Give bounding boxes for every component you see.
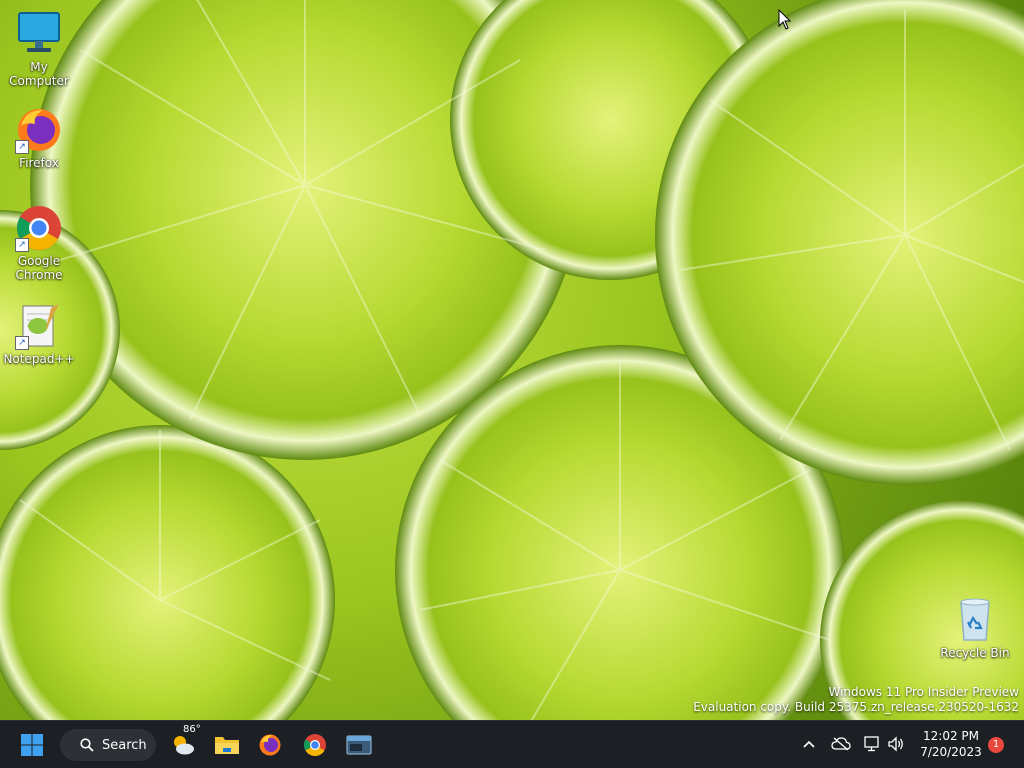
notepadpp-icon: ↗ xyxy=(15,302,63,350)
start-button[interactable] xyxy=(14,727,50,763)
windows-logo-icon xyxy=(21,734,43,756)
network-icon xyxy=(864,736,879,752)
chrome-icon: ↗ xyxy=(15,204,63,252)
taskbar-chrome[interactable] xyxy=(297,727,333,763)
network-tray-button[interactable] xyxy=(861,733,883,755)
taskbar-app[interactable] xyxy=(341,727,377,763)
taskbar-firefox[interactable] xyxy=(252,727,288,763)
folder-icon xyxy=(215,737,239,754)
shortcut-arrow-icon: ↗ xyxy=(15,140,29,154)
desktop-icon-google-chrome[interactable]: ↗ Google Chrome xyxy=(1,204,77,282)
lime-wallpaper xyxy=(0,0,1024,720)
firefox-icon xyxy=(259,734,281,756)
recycle-bin-icon xyxy=(951,596,999,644)
volume-tray-button[interactable] xyxy=(885,733,907,755)
weather-partly-cloudy-icon xyxy=(174,736,194,755)
clock-time: 12:02 PM xyxy=(923,729,979,743)
shortcut-arrow-icon: ↗ xyxy=(15,336,29,350)
computer-icon xyxy=(15,10,63,58)
desktop-icon-firefox[interactable]: ↗ Firefox xyxy=(1,106,77,170)
taskbar: Search 86° 12:02 PM 7/20/2023 1 xyxy=(0,720,1024,768)
shortcut-arrow-icon: ↗ xyxy=(15,238,29,252)
chrome-icon xyxy=(304,734,326,756)
notification-badge[interactable]: 1 xyxy=(988,737,1004,753)
desktop-icon-my-computer[interactable]: My Computer xyxy=(1,10,77,88)
desktop-icon-label: Google Chrome xyxy=(15,254,63,282)
firefox-icon: ↗ xyxy=(15,106,63,154)
desktop-icon-label: Notepad++ xyxy=(3,352,75,366)
desktop-icon-notepadpp[interactable]: ↗ Notepad++ xyxy=(1,302,77,366)
clock-date: 7/20/2023 xyxy=(920,745,982,759)
mouse-cursor-icon xyxy=(778,9,792,30)
desktop-icon-label: My Computer xyxy=(9,60,69,88)
watermark-line-1: Windows 11 Pro Insider Preview xyxy=(828,685,1019,699)
show-hidden-icons-button[interactable] xyxy=(798,733,820,755)
chevron-up-icon xyxy=(803,740,815,748)
weather-temperature: 86° xyxy=(183,724,201,735)
search-label: Search xyxy=(102,737,147,753)
cloud-offline-icon xyxy=(831,737,851,751)
onedrive-tray-button[interactable] xyxy=(830,733,852,755)
taskbar-clock[interactable]: 12:02 PM 7/20/2023 xyxy=(918,728,984,760)
speaker-icon xyxy=(888,736,903,752)
desktop[interactable]: My Computer ↗ Firefox ↗ Google Chrome ↗ … xyxy=(0,0,1024,720)
search-icon xyxy=(80,738,94,752)
desktop-icon-label: Recycle Bin xyxy=(940,646,1010,660)
taskbar-search-button[interactable]: Search xyxy=(60,729,156,761)
desktop-icon-label: Firefox xyxy=(19,156,59,170)
app-window-icon xyxy=(346,735,372,755)
taskbar-file-explorer[interactable] xyxy=(209,727,245,763)
desktop-icon-recycle-bin[interactable]: Recycle Bin xyxy=(937,596,1013,660)
watermark-line-2: Evaluation copy. Build 25375.zn_release.… xyxy=(693,700,1019,714)
windows-watermark: Windows 11 Pro Insider Preview Evaluatio… xyxy=(693,685,1019,715)
